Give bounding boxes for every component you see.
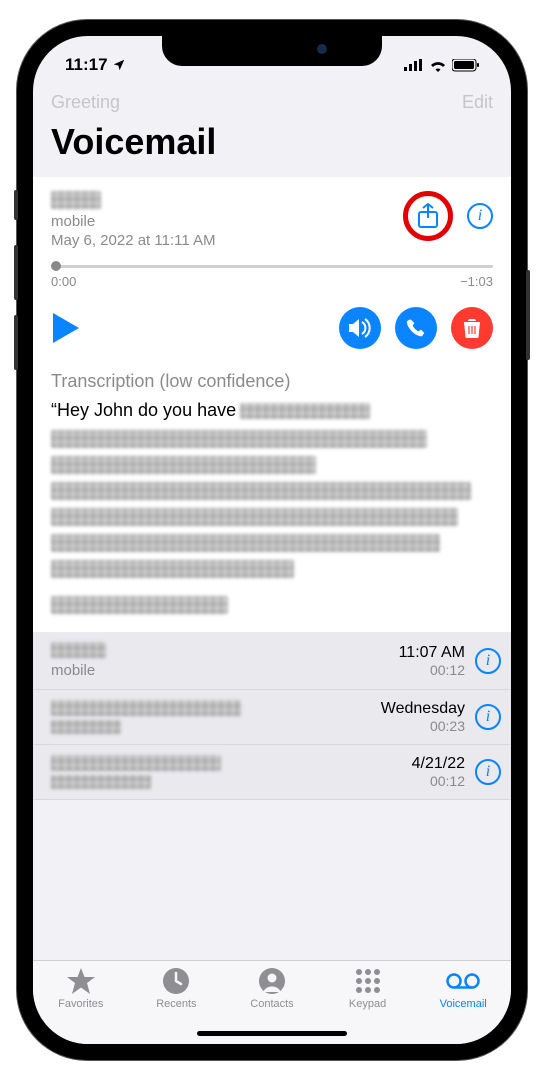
caller-name-redacted [51,191,101,209]
row-info-button[interactable]: i [475,704,501,730]
power-button [526,270,530,360]
row-name-redacted [51,700,241,716]
phone-frame: 11:17 Greeting Edit Voicemail mobile [17,20,527,1060]
phone-icon [406,318,426,338]
tab-voicemail[interactable]: Voicemail [423,967,503,1044]
clock-icon [163,968,189,994]
row-duration: 00:12 [399,662,465,678]
voicemail-row[interactable]: Wednesday 00:23 i [33,690,511,745]
star-icon [67,968,95,994]
row-label-redacted [51,720,121,734]
silent-switch [14,190,18,220]
greeting-button[interactable]: Greeting [51,92,120,113]
transcription-redacted-line [51,430,427,448]
keypad-icon [355,968,381,994]
row-time: Wednesday [381,700,465,718]
remaining-time: −1:03 [460,274,493,289]
transcription-redacted-line [51,596,228,614]
caller-label: mobile [51,213,403,230]
notch [162,36,382,66]
row-info-button[interactable]: i [475,759,501,785]
info-glyph: i [486,708,490,726]
location-icon [112,58,126,72]
tab-label: Recents [156,998,196,1010]
wifi-icon [429,59,447,72]
transcription-visible-text: “Hey John do you have [51,400,236,420]
tab-label: Keypad [349,998,386,1010]
call-button[interactable] [395,307,437,349]
voicemail-expanded-card: mobile May 6, 2022 at 11:11 AM i 0:00 [33,177,511,632]
transcription-text: “Hey John do you have [51,398,493,422]
page-title: Voicemail [33,115,511,177]
transcription-redacted-inline [240,403,370,419]
content: mobile May 6, 2022 at 11:11 AM i 0:00 [33,177,511,960]
scrubber-thumb[interactable] [51,261,61,271]
speaker-button[interactable] [339,307,381,349]
play-button[interactable] [53,313,79,343]
battery-icon [452,59,479,72]
voicemail-icon [446,973,480,989]
screen: 11:17 Greeting Edit Voicemail mobile [33,36,511,1044]
tab-label: Contacts [250,998,293,1010]
tab-label: Favorites [58,998,103,1010]
delete-button[interactable] [451,307,493,349]
transcription-redacted-line [51,534,440,552]
person-icon [259,968,285,994]
transcription-redacted-line [51,560,294,578]
info-button[interactable]: i [467,203,493,229]
info-glyph: i [486,652,490,670]
edit-button[interactable]: Edit [462,92,493,113]
row-time: 11:07 AM [399,644,465,662]
share-button-highlight [403,191,453,241]
transcription-redacted-line [51,482,471,500]
elapsed-time: 0:00 [51,274,76,289]
nav-bar: Greeting Edit [33,84,511,115]
tab-favorites[interactable]: Favorites [41,967,121,1044]
row-label: mobile [51,662,389,679]
volume-up [14,245,18,300]
tab-label: Voicemail [440,998,487,1010]
info-glyph: i [478,207,482,225]
row-duration: 00:12 [412,773,465,789]
voicemail-row[interactable]: 4/21/22 00:12 i [33,745,511,800]
share-icon[interactable] [417,203,439,229]
row-name-redacted [51,642,106,658]
voicemail-list: mobile 11:07 AM 00:12 i Wednesday [33,632,511,800]
transcription-label: Transcription (low confidence) [51,371,493,392]
transcription-redacted-line [51,456,316,474]
playback-scrubber[interactable] [51,265,493,268]
transcription-redacted-line [51,508,458,526]
info-glyph: i [486,763,490,781]
voicemail-date: May 6, 2022 at 11:11 AM [51,232,403,249]
voicemail-row[interactable]: mobile 11:07 AM 00:12 i [33,632,511,690]
row-duration: 00:23 [381,718,465,734]
trash-icon [463,318,481,338]
row-label-redacted [51,775,151,789]
home-indicator[interactable] [197,1031,347,1036]
status-time: 11:17 [65,55,108,75]
volume-down [14,315,18,370]
row-name-redacted [51,755,221,771]
row-time: 4/21/22 [412,755,465,773]
row-info-button[interactable]: i [475,648,501,674]
speaker-icon [349,318,371,338]
cellular-icon [404,59,424,71]
